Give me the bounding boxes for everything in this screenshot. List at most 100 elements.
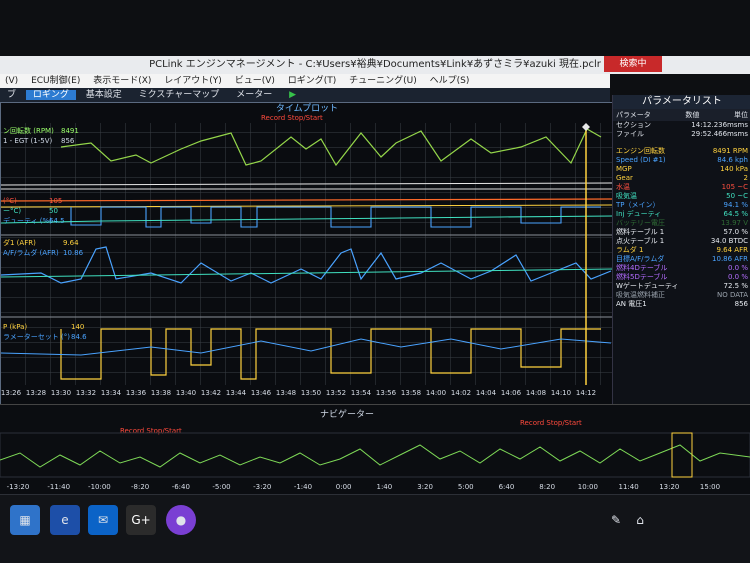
menu-display-mode[interactable]: 表示モード(X) xyxy=(93,76,151,86)
parameter-value: 57.0 % xyxy=(723,228,748,236)
parameter-row[interactable]: MGP 140 kPa xyxy=(613,165,750,174)
parameter-value: 84.6 kph xyxy=(717,156,748,164)
parameter-value: 8491 RPM xyxy=(712,147,748,155)
x-tick-label: 13:34 xyxy=(101,389,122,397)
tab-prev[interactable]: ブ xyxy=(0,90,23,100)
menu-help[interactable]: ヘルプ(S) xyxy=(430,76,470,86)
menu-layout[interactable]: レイアウト(Y) xyxy=(164,76,222,86)
parameter-row[interactable]: AN 電圧1 856 xyxy=(613,300,750,309)
parameter-row[interactable]: 燃料4Dテーブル 0.0 % xyxy=(613,264,750,273)
parameter-name: 水温 xyxy=(616,183,630,191)
meta-row: セクション 14:12.236msms xyxy=(616,121,748,129)
parameter-row[interactable]: 燃料5Dテーブル 0.0 % xyxy=(613,273,750,282)
internet-explorer-icon[interactable]: e xyxy=(50,505,80,535)
parameter-name: 吸気温燃料補正 xyxy=(616,291,665,299)
parameter-row[interactable]: 水温 105 ~C xyxy=(613,183,750,192)
lane1-label-rpm: ン回転数 (RPM) xyxy=(3,126,54,135)
meta-row: ファイル 29:52.466msms xyxy=(616,130,748,138)
parameter-name: TP（メイン） xyxy=(616,201,660,209)
parameter-row[interactable]: TP（メイン） 94.1 % xyxy=(613,201,750,210)
x-tick-label: 13:40 xyxy=(176,389,196,397)
lane1-value-rpm: 8491 xyxy=(61,127,79,135)
lane2-value-iat: 50 xyxy=(49,207,58,215)
navigator-chart[interactable]: -13:20 -11:40 -10:00 -8:20 -6:40 -5:00 -3:20 -1… xyxy=(0,405,750,495)
x-tick-label: 3:20 xyxy=(417,483,433,491)
lane3-value-lambda: 9.64 xyxy=(63,239,79,247)
x-tick-label: 13:46 xyxy=(251,389,272,397)
parameter-row[interactable]: Wゲートデューティ 72.5 % xyxy=(613,282,750,291)
x-tick-label: -3:20 xyxy=(253,483,271,491)
parameter-row[interactable]: Speed (DI #1) 84.6 kph xyxy=(613,156,750,165)
menu-logging[interactable]: ロギング(T) xyxy=(288,76,337,86)
parameter-row[interactable]: 目標A/F/ラムダ 10.86 AFR xyxy=(613,255,750,264)
menu-tuning[interactable]: チューニング(U) xyxy=(349,76,417,86)
tray-icon[interactable]: ⌂ xyxy=(630,505,650,535)
time-plot-panel: タイムプロット Record Stop/Start ン回転数 (RPM) 849… xyxy=(0,102,614,406)
x-tick-label: 14:04 xyxy=(476,389,497,397)
parameter-row[interactable]: ラムダ 1 9.64 AFR xyxy=(613,246,750,255)
tab-mixture-map[interactable]: ミクスチャーマップ xyxy=(132,90,227,100)
parameter-value: 0.0 % xyxy=(727,273,748,281)
parameter-value: 72.5 % xyxy=(723,282,748,290)
x-tick-label: 14:02 xyxy=(451,389,471,397)
outlook-icon[interactable]: ✉ xyxy=(88,505,118,535)
parameter-name: Inj デューティ xyxy=(616,210,662,218)
navigator-panel: ナビゲーター Record Stop/Start Record Stop/Sta… xyxy=(0,404,750,495)
parameter-row[interactable]: 吸気温 50 ~C xyxy=(613,192,750,201)
x-tick-label: 0:00 xyxy=(336,483,352,491)
lane3-label-lambda: ダ1 (AFR) xyxy=(3,238,36,247)
tab-logging[interactable]: ロギング xyxy=(25,90,76,100)
x-tick-label: 10:00 xyxy=(578,483,598,491)
menu-view[interactable]: (V) xyxy=(5,76,18,86)
time-plot-chart[interactable]: ン回転数 (RPM) 8491 1 - EGT (1-5V) 856 (°C) … xyxy=(1,103,613,405)
x-tick-label: 13:36 xyxy=(126,389,147,397)
lane4-label-map: P (kPa) xyxy=(3,323,27,331)
x-tick-label: -13:20 xyxy=(7,483,30,491)
parameter-value: 13.97 V xyxy=(720,219,748,227)
pclink-taskbar-icon[interactable]: ▦ xyxy=(10,505,40,535)
parameter-row[interactable]: 燃料テーブル 1 57.0 % xyxy=(613,228,750,237)
parameter-value: 105 ~C xyxy=(721,183,748,191)
parameter-name: エンジン回転数 xyxy=(616,147,665,155)
x-tick-label: 13:30 xyxy=(51,389,71,397)
lane2-value-duty: 64.5 xyxy=(49,217,65,225)
g-plus-icon[interactable]: G+ xyxy=(126,505,156,535)
x-tick-label: 5:00 xyxy=(458,483,474,491)
x-tick-label: 13:48 xyxy=(276,389,296,397)
app-icon[interactable]: ● xyxy=(166,505,196,535)
navigator-window[interactable] xyxy=(671,432,693,478)
x-tick-label: -1:40 xyxy=(294,483,312,491)
parameter-name: Gear xyxy=(616,174,633,182)
x-tick-label: 15:00 xyxy=(700,483,720,491)
search-status-button[interactable]: 検索中 xyxy=(604,56,662,72)
parameter-value: 2 xyxy=(743,174,748,182)
parameter-row[interactable]: 吸気温燃料補正 NO DATA xyxy=(613,291,750,300)
tab-basic-settings[interactable]: 基本設定 xyxy=(79,90,129,100)
x-tick-label: 14:10 xyxy=(551,389,571,397)
parameter-value: 64.5 % xyxy=(723,210,748,218)
x-tick-label: 13:54 xyxy=(351,389,372,397)
parameter-name: ラムダ 1 xyxy=(616,246,644,254)
lane2-label-duty: デューティ (%) xyxy=(3,216,52,225)
pen-icon[interactable]: ✎ xyxy=(606,505,626,535)
x-tick-label: -8:20 xyxy=(131,483,149,491)
x-tick-label: -5:00 xyxy=(212,483,230,491)
parameter-row[interactable]: エンジン回転数 8491 RPM xyxy=(613,147,750,156)
parameter-row[interactable]: Gear 2 xyxy=(613,174,750,183)
lane4-value-map: 140 xyxy=(71,323,84,331)
tab-bar: ブ ロギング 基本設定 ミクスチャーマップ メーター ▶ xyxy=(0,88,610,102)
parameter-row[interactable]: Inj デューティ 64.5 % xyxy=(613,210,750,219)
lane1-label-egt: 1 - EGT (1-5V) xyxy=(3,137,52,145)
play-icon[interactable]: ▶ xyxy=(282,90,303,100)
parameter-name: 燃料4Dテーブル xyxy=(616,264,668,272)
time-plot-x-axis: 13:26 13:28 13:30 13:32 13:34 13:36 13:38 13:40… xyxy=(1,389,596,397)
parameter-row[interactable]: バッテリー電圧 13.97 V xyxy=(613,219,750,228)
parameter-name: 点火テーブル 1 xyxy=(616,237,665,245)
menu-ecu-control[interactable]: ECU制御(E) xyxy=(31,76,80,86)
tab-meter[interactable]: メーター xyxy=(229,90,279,100)
menu-view2[interactable]: ビュー(V) xyxy=(235,76,275,86)
x-tick-label: 13:52 xyxy=(326,389,346,397)
parameter-row[interactable]: 点火テーブル 1 34.0 BTDC xyxy=(613,237,750,246)
lane1-value-egt: 856 xyxy=(61,137,75,145)
navigator-trace xyxy=(0,444,750,468)
